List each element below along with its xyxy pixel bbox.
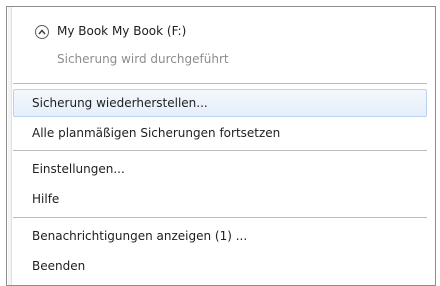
chevron-up-icon[interactable] — [35, 25, 49, 39]
chevron-up-glyph — [38, 29, 46, 35]
menu-item-show-notifications[interactable]: Benachrichtigungen anzeigen (1) ... — [13, 222, 427, 250]
menu-item-help[interactable]: Hilfe — [13, 185, 427, 213]
device-header: My Book My Book (F:) Sicherung wird durc… — [33, 15, 423, 77]
menu-item-label: Sicherung wiederherstellen... — [32, 96, 208, 110]
menu-item-label: Beenden — [32, 259, 86, 273]
menu-separator — [13, 217, 427, 218]
menu-left-rail — [8, 7, 12, 285]
device-title: My Book My Book (F:) — [57, 24, 187, 38]
menu-item-resume-backups[interactable]: Alle planmäßigen Sicherungen fortsetzen — [13, 119, 427, 147]
menu-item-exit[interactable]: Beenden — [13, 252, 427, 280]
menu-item-label: Benachrichtigungen anzeigen (1) ... — [32, 229, 248, 243]
menu-separator — [13, 150, 427, 151]
menu-item-restore-backup[interactable]: Sicherung wiederherstellen... — [13, 89, 427, 117]
context-menu: My Book My Book (F:) Sicherung wird durc… — [6, 6, 436, 286]
menu-item-settings[interactable]: Einstellungen... — [13, 155, 427, 183]
device-status: Sicherung wird durchgeführt — [57, 52, 229, 66]
menu-item-label: Hilfe — [32, 192, 60, 206]
menu-item-label: Alle planmäßigen Sicherungen fortsetzen — [32, 126, 281, 140]
menu-item-label: Einstellungen... — [32, 162, 125, 176]
menu-separator — [13, 83, 427, 84]
